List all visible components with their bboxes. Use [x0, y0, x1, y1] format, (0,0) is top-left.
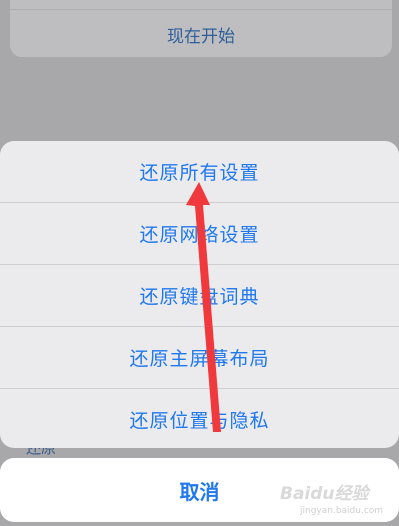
- reset-location-privacy-button[interactable]: 还原位置与隐私: [0, 389, 399, 448]
- baidu-watermark-url: jingyan.baidu.com: [300, 506, 384, 516]
- reset-all-settings-button[interactable]: 还原所有设置: [0, 141, 399, 203]
- reset-action-sheet: 还原所有设置 还原网络设置 还原键盘词典 还原主屏幕布局 还原位置与隐私: [0, 141, 399, 448]
- baidu-watermark-logo: Baidu经验: [280, 484, 369, 504]
- reset-keyboard-dictionary-button[interactable]: 还原键盘词典: [0, 265, 399, 327]
- background-divider: [10, 9, 392, 10]
- background-start-card: 现在开始: [10, 0, 392, 57]
- start-now-button[interactable]: 现在开始: [10, 22, 392, 47]
- reset-network-settings-button[interactable]: 还原网络设置: [0, 203, 399, 265]
- reset-home-screen-layout-button[interactable]: 还原主屏幕布局: [0, 327, 399, 389]
